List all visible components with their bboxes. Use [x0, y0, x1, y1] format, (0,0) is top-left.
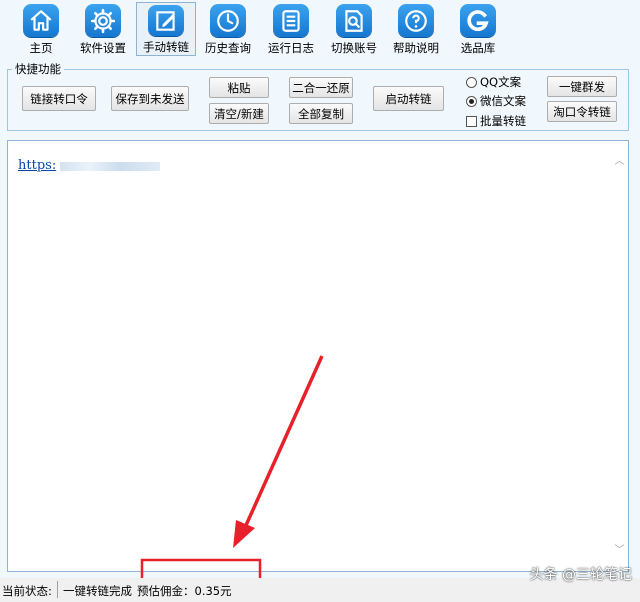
quick-functions-title: 快捷功能: [12, 61, 64, 77]
toolbar-label: 软件设置: [80, 41, 126, 55]
list-icon: [273, 4, 309, 37]
one-click-broadcast-button[interactable]: 一键群发: [547, 76, 617, 97]
status-separator: [57, 581, 58, 598]
toolbar-settings[interactable]: 软件设置: [73, 2, 133, 56]
g-logo-icon: [460, 4, 496, 37]
main-toolbar: 主页 软件设置 手动转链 历史查询 运行日志 切换账号 帮助说明 选品库: [0, 0, 640, 58]
status-label: 当前状态:: [2, 584, 52, 598]
taokouling-convert-button[interactable]: 淘口令转链: [547, 101, 617, 122]
copy-all-button[interactable]: 全部复制: [289, 103, 353, 124]
start-convert-button[interactable]: 启动转链: [373, 86, 444, 111]
checkbox-unchecked-icon: [466, 115, 477, 127]
toolbar-label: 切换账号: [331, 41, 377, 55]
toolbar-log[interactable]: 运行日志: [261, 2, 321, 56]
toolbar-label: 运行日志: [268, 41, 314, 55]
toolbar-manual-convert[interactable]: 手动转链: [136, 2, 196, 56]
batch-convert-checkbox[interactable]: 批量转链: [466, 113, 526, 129]
scroll-up-icon[interactable]: ︿: [613, 155, 626, 168]
watermark: 头条 @三轮笔记: [529, 567, 632, 583]
batch-convert-label: 批量转链: [480, 114, 526, 128]
editor-scrollbar[interactable]: ︿ ﹀: [611, 141, 628, 571]
clock-icon: [210, 4, 246, 37]
help-icon: [398, 4, 434, 37]
toolbar-label: 手动转链: [143, 40, 189, 54]
wechat-copy-label: 微信文案: [480, 94, 526, 108]
editor-link[interactable]: https:: [18, 158, 56, 173]
toolbar-switch-account[interactable]: 切换账号: [324, 2, 384, 56]
toolbar-label: 选品库: [460, 41, 496, 55]
toolbar-help[interactable]: 帮助说明: [386, 2, 446, 56]
redacted-url-blur: [60, 162, 160, 171]
home-icon: [23, 4, 59, 37]
radio-unchecked-icon: [466, 76, 477, 88]
toolbar-label: 帮助说明: [393, 41, 439, 55]
scroll-down-icon[interactable]: ﹀: [613, 544, 626, 557]
toolbar-label: 历史查询: [205, 41, 251, 55]
toolbar-home[interactable]: 主页: [11, 2, 71, 56]
search-doc-icon: [336, 4, 372, 37]
qq-copy-radio[interactable]: QQ文案: [466, 74, 521, 90]
clear-new-button[interactable]: 清空/新建: [209, 103, 269, 124]
radio-checked-icon: [466, 95, 477, 107]
toolbar-label: 主页: [29, 41, 53, 55]
toolbar-product-library[interactable]: 选品库: [448, 2, 508, 56]
content-editor[interactable]: https: ︿ ﹀: [7, 140, 629, 572]
paste-button[interactable]: 粘贴: [209, 77, 269, 98]
estimated-commission: 预估佣金：0.35元: [137, 584, 232, 598]
toolbar-history[interactable]: 历史查询: [198, 2, 258, 56]
two-in-one-restore-button[interactable]: 二合一还原: [289, 77, 353, 98]
edit-icon: [148, 5, 184, 36]
qq-copy-label: QQ文案: [480, 75, 522, 89]
wechat-copy-radio[interactable]: 微信文案: [466, 93, 526, 109]
gear-icon: [85, 4, 121, 37]
status-state: 一键转链完成: [63, 584, 132, 598]
save-unsent-button[interactable]: 保存到未发送: [111, 86, 189, 111]
link-to-token-button[interactable]: 链接转口令: [22, 86, 96, 111]
